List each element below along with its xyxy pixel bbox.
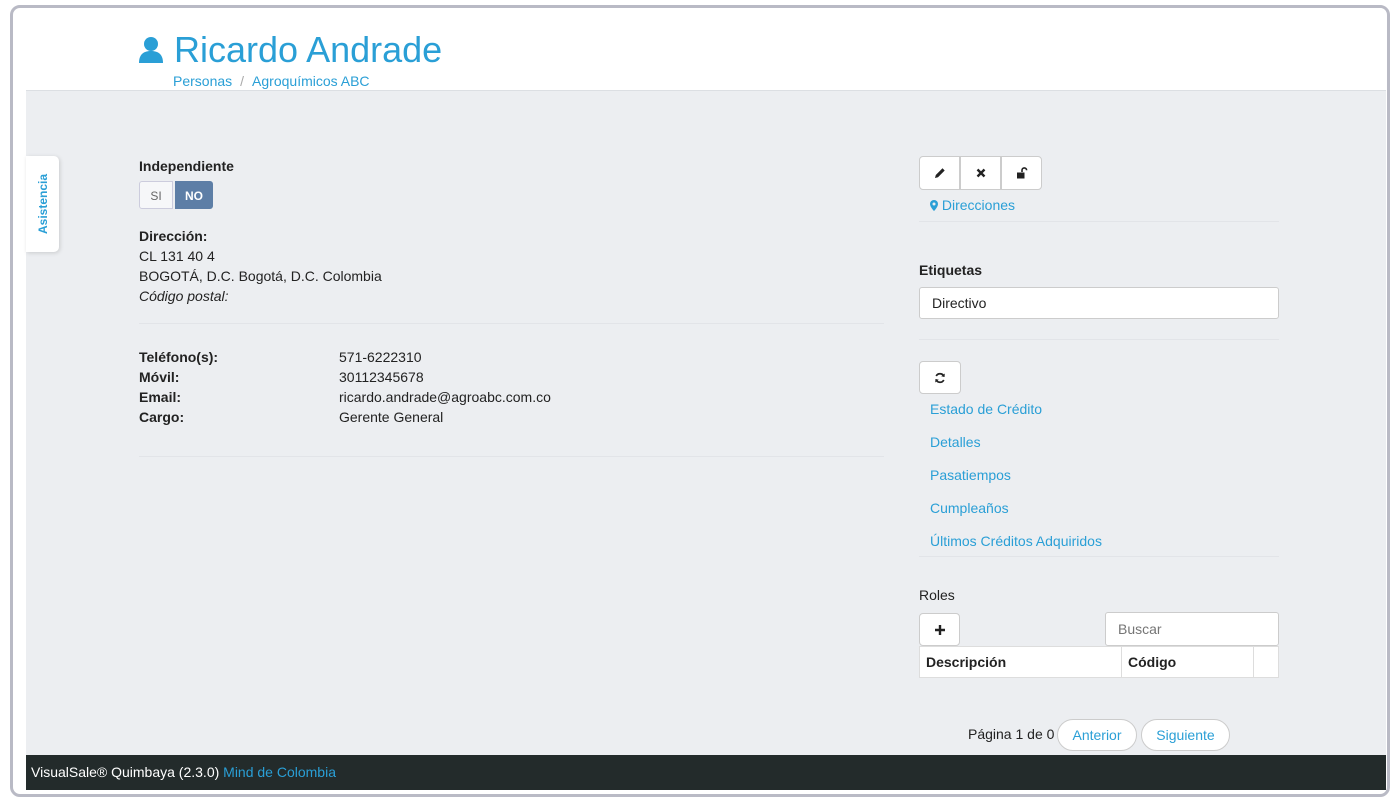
column-header-descripcion[interactable]: Descripción: [920, 647, 1122, 677]
detalles-link[interactable]: Detalles: [930, 434, 981, 450]
estado-credito-link[interactable]: Estado de Crédito: [930, 401, 1042, 417]
telefono-value: 571-6222310: [339, 349, 422, 365]
column-header-codigo[interactable]: Código: [1122, 647, 1254, 677]
pencil-icon: [934, 168, 945, 178]
page-header: Ricardo Andrade Personas / Agroquímicos AB…: [26, 8, 1386, 91]
roles-search-input[interactable]: [1105, 612, 1279, 646]
column-header-empty: [1254, 647, 1278, 677]
direccion-line1: CL 131 40 4: [139, 248, 215, 264]
footer-brand: VisualSale® Quimbaya (2.3.0): [31, 764, 220, 780]
email-value: ricardo.andrade@agroabc.com.co: [339, 389, 551, 405]
footer: VisualSale® Quimbaya (2.3.0) Mind de Col…: [26, 755, 1386, 790]
movil-value: 30112345678: [339, 369, 424, 385]
ultimos-creditos-link[interactable]: Últimos Créditos Adquiridos: [930, 533, 1102, 549]
footer-company-link[interactable]: Mind de Colombia: [223, 764, 336, 780]
divider: [919, 339, 1279, 340]
breadcrumb: Personas / Agroquímicos ABC: [173, 73, 370, 89]
independiente-label: Independiente: [139, 158, 234, 174]
page-title: Ricardo Andrade: [174, 29, 443, 70]
breadcrumb-personas[interactable]: Personas: [173, 73, 232, 89]
prev-page-button[interactable]: Anterior: [1057, 719, 1137, 751]
cargo-value: Gerente General: [339, 409, 444, 425]
unlock-icon: [1016, 167, 1027, 179]
direcciones-link[interactable]: Direcciones: [930, 197, 1015, 213]
delete-button[interactable]: [960, 156, 1001, 190]
divider: [139, 323, 884, 324]
movil-label: Móvil:: [139, 369, 180, 385]
direcciones-label: Direcciones: [941, 197, 1016, 213]
user-icon: [139, 37, 163, 63]
codigo-postal-label: Código postal:: [139, 288, 229, 304]
roles-table-header: Descripción Código: [919, 646, 1279, 678]
next-page-button[interactable]: Siguiente: [1141, 719, 1230, 751]
map-marker-icon: [930, 200, 938, 211]
side-tab-asistencia[interactable]: Asistencia: [26, 156, 59, 252]
divider: [919, 556, 1279, 557]
divider: [919, 221, 1279, 222]
cumpleanos-link[interactable]: Cumpleaños: [930, 500, 1009, 516]
breadcrumb-separator: /: [240, 73, 245, 89]
toggle-no[interactable]: NO: [175, 181, 213, 209]
toggle-si[interactable]: SI: [139, 181, 173, 209]
add-role-button[interactable]: [919, 613, 960, 646]
app-window: Ricardo Andrade Personas / Agroquímicos AB…: [10, 5, 1390, 797]
plus-icon: [934, 624, 945, 635]
action-button-group: [919, 156, 1042, 190]
pagination-info: Página 1 de 0: [968, 726, 1055, 742]
telefono-label: Teléfono(s):: [139, 349, 219, 365]
breadcrumb-company[interactable]: Agroquímicos ABC: [252, 73, 370, 89]
roles-label: Roles: [919, 587, 955, 603]
direccion-label: Dirección:: [139, 228, 208, 244]
edit-button[interactable]: [919, 156, 960, 190]
refresh-button[interactable]: [919, 361, 961, 394]
refresh-icon: [935, 372, 945, 383]
direccion-line2: BOGOTÁ, D.C. Bogotá, D.C. Colombia: [139, 268, 382, 284]
etiquetas-field[interactable]: Directivo: [919, 287, 1279, 319]
close-icon: [976, 168, 985, 178]
independiente-toggle: SI NO: [139, 181, 213, 209]
main-content: Asistencia Independiente SI NO Dirección…: [26, 91, 1386, 755]
pasatiempos-link[interactable]: Pasatiempos: [930, 467, 1011, 483]
unlock-button[interactable]: [1001, 156, 1042, 190]
email-label: Email:: [139, 389, 182, 405]
cargo-label: Cargo:: [139, 409, 185, 425]
divider: [139, 456, 884, 457]
side-tab-label: Asistencia: [35, 173, 50, 235]
etiquetas-label: Etiquetas: [919, 262, 983, 278]
title-wrap: Ricardo Andrade: [138, 30, 442, 70]
